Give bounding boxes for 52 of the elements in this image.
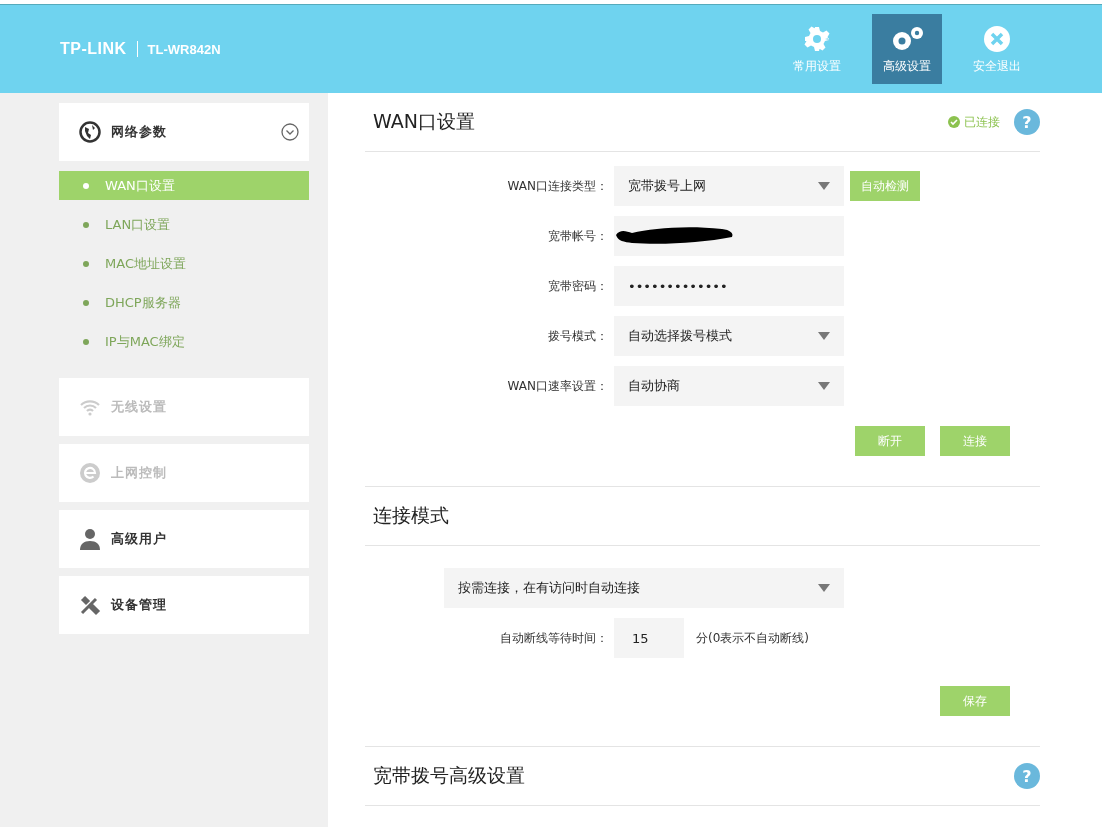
input-field[interactable] xyxy=(614,216,844,256)
unit-text: 分(0表示不自动断线) xyxy=(696,629,809,647)
menu-group[interactable]: 无线设置 xyxy=(59,378,309,436)
select-field[interactable]: 宽带拨号上网 xyxy=(614,166,844,206)
e-icon xyxy=(79,462,101,484)
nav-button[interactable]: 高级设置 xyxy=(872,14,942,84)
caret-icon xyxy=(818,182,830,190)
field-label: 宽带密码： xyxy=(547,277,609,295)
auto-detect-button[interactable]: 自动检测 xyxy=(850,171,920,201)
caret-icon xyxy=(818,584,830,592)
help-button[interactable]: ? xyxy=(1014,763,1040,789)
nav-button[interactable]: 常用设置 xyxy=(782,14,852,84)
field-label: 自动断线等待时间： xyxy=(499,629,609,647)
menu-group[interactable]: 高级用户 xyxy=(59,510,309,568)
section-title: 连接模式 xyxy=(373,503,449,528)
menu-item[interactable]: WAN口设置 xyxy=(59,171,309,200)
nav-button[interactable]: 安全退出 xyxy=(962,14,1032,84)
gear-icon xyxy=(803,24,831,53)
section-title: WAN口设置 xyxy=(373,109,475,134)
save-button[interactable]: 保存 xyxy=(940,686,1010,716)
select-field[interactable]: 按需连接，在有访问时自动连接 xyxy=(444,568,844,608)
menu-group[interactable]: 网络参数 xyxy=(59,103,309,161)
menu-item[interactable]: DHCP服务器 xyxy=(59,288,309,317)
tools-icon xyxy=(79,594,101,616)
select-field[interactable]: 自动协商 xyxy=(614,366,844,406)
menu-item[interactable]: IP与MAC绑定 xyxy=(59,327,309,356)
menu-group[interactable]: 上网控制 xyxy=(59,444,309,502)
field-label: WAN口连接类型： xyxy=(506,177,609,195)
action-button[interactable]: 断开 xyxy=(855,426,925,456)
model-name: TL-WR842N xyxy=(147,41,221,57)
field-label: 拨号模式： xyxy=(547,327,609,345)
globe-icon xyxy=(79,121,101,143)
menu-item[interactable]: LAN口设置 xyxy=(59,210,309,239)
brand-logo: TP-LINK xyxy=(60,40,127,58)
menu-item[interactable]: MAC地址设置 xyxy=(59,249,309,278)
connection-status: 已连接 xyxy=(964,113,1000,131)
caret-icon xyxy=(818,382,830,390)
check-icon xyxy=(948,116,960,128)
wifi-icon xyxy=(79,398,101,416)
close-icon xyxy=(983,24,1011,53)
input-field[interactable]: 15 xyxy=(614,618,684,658)
field-label: 宽带帐号： xyxy=(547,227,609,245)
chevron-icon xyxy=(281,123,299,141)
select-field[interactable]: 自动选择拨号模式 xyxy=(614,316,844,356)
action-button[interactable]: 连接 xyxy=(940,426,1010,456)
user-icon xyxy=(79,528,101,550)
field-label: WAN口速率设置： xyxy=(506,377,609,395)
menu-group[interactable]: 设备管理 xyxy=(59,576,309,634)
help-button[interactable]: ? xyxy=(1014,109,1040,135)
password-field[interactable]: ••••••••••••• xyxy=(614,266,844,306)
caret-icon xyxy=(818,332,830,340)
section-title: 宽带拨号高级设置 xyxy=(373,763,525,788)
